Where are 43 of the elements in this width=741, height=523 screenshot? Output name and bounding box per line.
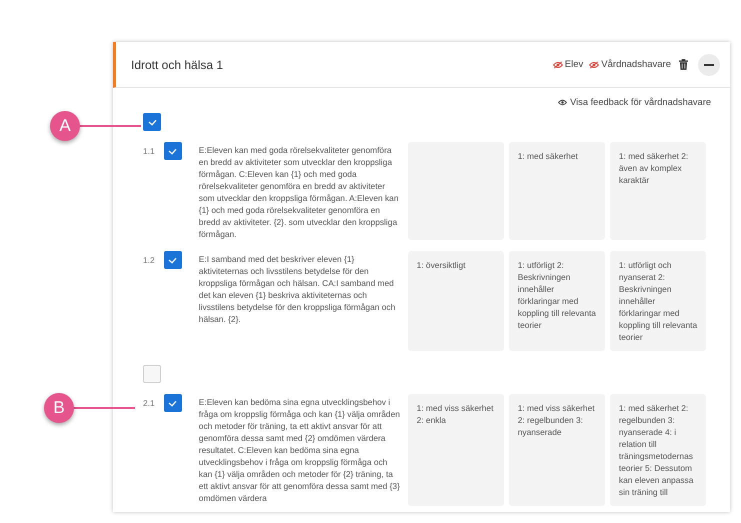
criterion-text: E:Eleven kan med goda rörelsekvaliteter genomföra en bredd av aktiviteter som utvecklar den kroppsliga förmågan. C:Eleven kan {1} och med goda rörelsekvaliteter genomföra en bredd av aktiviteter som utvecklar den kroppsliga förmågan. A:Eleven kan {1} och med goda rörelsekvaliteter genomföra en bredd av aktiviteter. {2}. som utvecklar den kroppsliga förmågan. [198, 144, 400, 240]
level-cell[interactable]: 1: med viss säkerhet 2: regelbunden 3: nyanserade [508, 394, 605, 506]
criterion-text: E:I samband med det beskriver eleven {1} aktiviteternas och livsstilens betydelse för den kroppsliga förmågan och hälsan. CA:I samband med det kan eleven {1} beskriva aktiviteternas och livsstilens betydelse för den kroppsliga förmågan och hälsan. {2}. [198, 253, 396, 326]
checkbox[interactable] [143, 365, 161, 383]
level-text: 1: med viss säkerhet 2: enkla [416, 402, 494, 426]
trash-icon[interactable] [679, 59, 688, 70]
criterion-text: E:Eleven kan bedöma sina egna utvecklingsbehov i fråga om kroppslig förmåga och kan {1} välja områden och metoder för träning, ta ett aktivt ansvar för att genomföra dessa samt med {2} omdömen värdera resultatet. C:Eleven kan bedöma sina egna utvecklingsbehov i fråga om kroppslig förmåga och kan {1} välja områden och metoder för {2} träning, ta ett aktivt ansvar för att genomföra dessa samt med {3} omdömen värdera [198, 396, 401, 505]
visibility-toggle[interactable]: Vårdnadshavare [589, 59, 671, 70]
leader-line [78, 125, 141, 127]
level-cell[interactable]: 1: utförligt 2: Beskrivningen innehåller förklaringar med koppling till relevanta teorier [508, 251, 605, 351]
level-cell[interactable]: 1: med säkerhet 2: regelbunden 3: nyanserade 4: i relation till träningsmetodernas teorier 5: Dessutom kan eleven anpassa sin träning till [610, 394, 706, 506]
check-icon [168, 256, 178, 264]
check-icon [168, 400, 178, 406]
row-number: 2.1 [143, 397, 156, 408]
feedback-link[interactable]: Visa feedback för vårdnadshavare [558, 97, 711, 107]
collapse-button[interactable] [698, 54, 720, 76]
level-text: 1: utförligt 2: Beskrivningen innehåller förklaringar med koppling till relevanta teorier [518, 259, 597, 331]
level-text: 1: med säkerhet 2: regelbunden 3: nyanserade 4: i relation till träningsmetodernas teorier 5: Dessutom kan eleven anpassa sin träning till [618, 402, 694, 498]
row-number: 1.2 [143, 254, 156, 265]
checkbox[interactable] [164, 251, 182, 269]
level-text: 1: med viss säkerhet 2: regelbunden 3: nyanserade [518, 402, 596, 438]
level-cell[interactable]: 1: med viss säkerhet 2: enkla [408, 394, 504, 506]
checkbox[interactable] [164, 142, 182, 160]
check-icon [168, 148, 178, 154]
course-title: Idrott och hälsa 1 [131, 58, 224, 72]
check-icon [148, 118, 156, 126]
leader-line [72, 407, 135, 409]
row-number: 1.1 [143, 145, 156, 156]
minus-icon [704, 64, 714, 66]
level-cell[interactable]: 1: med säkerhet [508, 142, 605, 240]
level-text: 1: utförligt och nyanserat 2: Beskrivningen innehåller förklaringar med koppling till relevanta teorier [618, 259, 698, 343]
level-text: 1: med säkerhet 2: även av komplex karaktär [618, 150, 690, 186]
level-cell[interactable]: 1: utförligt och nyanserat 2: Beskrivningen innehåller förklaringar med koppling till relevanta teorier [610, 251, 706, 351]
eye-icon [558, 98, 568, 106]
callout-marker: A [50, 111, 80, 141]
level-cell[interactable]: 1: översiktligt [408, 251, 504, 351]
checkbox[interactable] [164, 394, 182, 412]
visibility-toggle[interactable]: Elev [552, 59, 584, 70]
level-text: 1: med säkerhet [518, 150, 579, 162]
callout-marker: B [44, 393, 74, 423]
level-cell[interactable]: 1: med säkerhet 2: även av komplex karaktär [610, 142, 706, 240]
level-text: 1: översiktligt [416, 259, 466, 271]
checkbox[interactable] [143, 113, 161, 131]
